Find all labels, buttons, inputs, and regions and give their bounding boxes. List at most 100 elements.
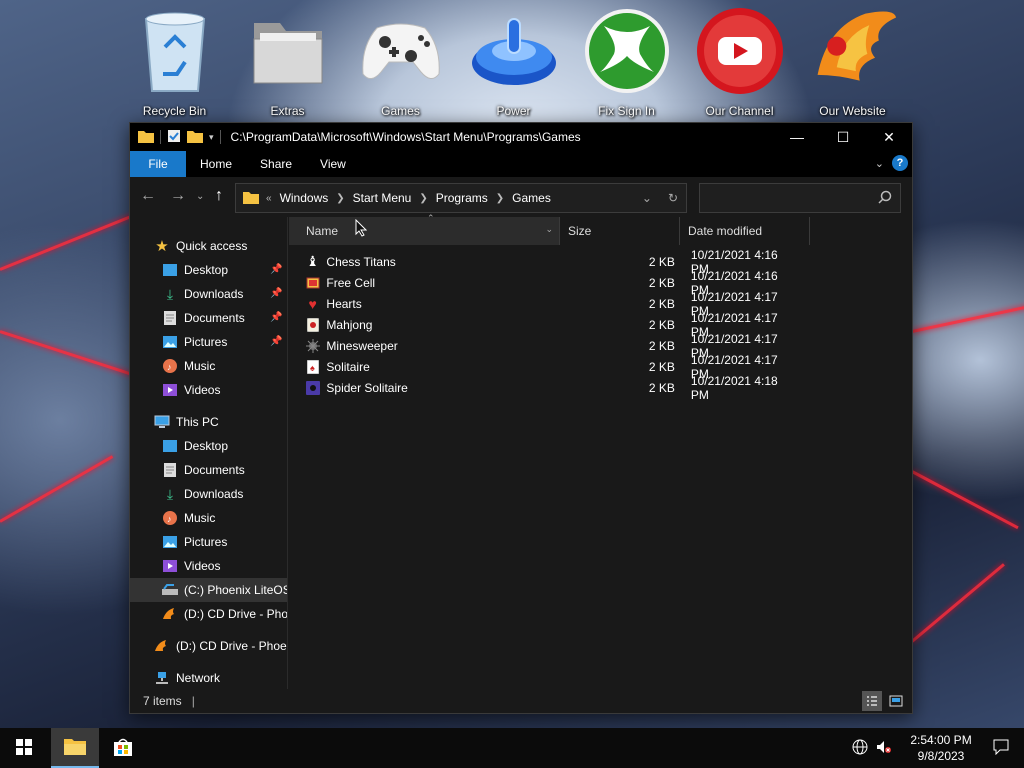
drive-icon	[162, 582, 178, 598]
nav-label: Downloads	[184, 487, 244, 501]
desktop-icon-recycle-bin[interactable]: Recycle Bin	[118, 6, 231, 118]
nav-pc-downloads[interactable]: ⤓ Downloads	[162, 482, 243, 506]
file-name: Mahjong	[326, 317, 373, 332]
forward-arrow-icon[interactable]: →	[170, 187, 186, 205]
nav-quick-music[interactable]: ♪ Music	[162, 354, 215, 378]
desktop-icon-power[interactable]: Power	[457, 6, 570, 118]
chevron-right-icon[interactable]: ❯	[496, 193, 504, 204]
taskbar-store[interactable]	[99, 728, 147, 768]
playing-card-icon: ♠	[305, 359, 320, 375]
title-bar[interactable]: ▾ C:\ProgramData\Microsoft\Windows\Start…	[130, 123, 912, 151]
file-row[interactable]: Spider Solitaire 2 KB 10/21/2021 4:18 PM	[305, 374, 795, 402]
nav-label: Documents	[184, 311, 245, 325]
column-header-size[interactable]: Size	[560, 217, 680, 245]
svg-text:♪: ♪	[167, 514, 172, 524]
file-size: 2 KB	[648, 359, 675, 374]
breadcrumb-item[interactable]: Games	[512, 191, 551, 205]
file-size: 2 KB	[648, 317, 675, 332]
nav-pc-videos[interactable]: Videos	[162, 554, 220, 578]
volume-muted-icon[interactable]	[876, 739, 892, 758]
column-header-date[interactable]: Date modified	[680, 217, 810, 245]
expand-ribbon-icon[interactable]: ⌄	[875, 157, 884, 170]
explorer-window: ▾ C:\ProgramData\Microsoft\Windows\Start…	[129, 122, 913, 714]
file-name: Minesweeper	[326, 338, 398, 353]
desktop-icon-fix-sign-in[interactable]: Fix Sign In	[570, 6, 683, 118]
nav-label: (C:) Phoenix LiteOS	[184, 583, 288, 597]
recent-locations-icon[interactable]: ⌄	[196, 191, 204, 202]
breadcrumb-item[interactable]: Programs	[436, 191, 488, 205]
desktop-icon-games[interactable]: Games	[344, 6, 457, 118]
file-date: 10/21/2021 4:18 PM	[690, 373, 778, 402]
help-icon[interactable]: ?	[892, 155, 908, 171]
nav-pc-desktop[interactable]: Desktop	[162, 434, 228, 458]
nav-pc-music[interactable]: ♪ Music	[162, 506, 215, 530]
pin-icon[interactable]: 📌	[270, 312, 282, 323]
address-bar[interactable]: « Windows ❯ Start Menu ❯ Programs ❯ Game…	[235, 183, 687, 213]
breadcrumb-item[interactable]: Windows	[280, 191, 329, 205]
pin-icon[interactable]: 📌	[270, 264, 282, 275]
minimize-button[interactable]: —	[774, 123, 820, 151]
taskbar-file-explorer[interactable]	[51, 728, 99, 768]
nav-quick-documents[interactable]: Documents	[162, 306, 245, 330]
document-icon	[162, 310, 178, 326]
svg-text:♪: ♪	[167, 362, 172, 372]
nav-this-pc[interactable]: This PC	[154, 410, 219, 434]
close-button[interactable]: ✕	[866, 123, 912, 151]
nav-quick-pictures[interactable]: Pictures	[162, 330, 227, 354]
nav-cd-drive[interactable]: (D:) CD Drive - Phoer	[154, 634, 287, 658]
clock-time: 2:54:00 PM	[910, 733, 972, 747]
refresh-icon[interactable]: ↻	[668, 191, 678, 205]
customize-toolbar-icon[interactable]: ▾	[209, 132, 214, 143]
up-arrow-icon[interactable]: ↑	[215, 187, 223, 205]
view-toggle	[862, 691, 906, 711]
new-folder-icon[interactable]	[187, 129, 203, 146]
nav-pc-d-drive[interactable]: (D:) CD Drive - Phoe	[162, 602, 287, 626]
file-name: Spider Solitaire	[326, 380, 408, 395]
nav-network[interactable]: Network	[154, 666, 220, 690]
start-button[interactable]	[0, 728, 48, 768]
breadcrumb-overflow[interactable]: «	[266, 193, 272, 204]
maximize-button[interactable]: ☐	[820, 123, 866, 151]
properties-icon[interactable]	[167, 129, 181, 146]
video-icon	[162, 558, 178, 574]
chevron-right-icon[interactable]: ❯	[336, 193, 344, 204]
pin-icon[interactable]: 📌	[270, 288, 282, 299]
star-icon: ★	[155, 238, 169, 255]
pin-icon[interactable]: 📌	[270, 336, 282, 347]
chevron-right-icon[interactable]: ❯	[419, 193, 427, 204]
nav-label: Downloads	[184, 287, 244, 301]
nav-pc-c-drive[interactable]: (C:) Phoenix LiteOS	[130, 578, 288, 602]
desktop-icon-our-website[interactable]: Our Website	[796, 6, 909, 118]
nav-quick-videos[interactable]: Videos	[162, 378, 220, 402]
file-size: 2 KB	[648, 254, 675, 269]
phoenix-icon	[154, 638, 170, 654]
download-icon: ⤓	[166, 285, 174, 302]
tab-view[interactable]: View	[306, 151, 360, 177]
desktop-icon-extras[interactable]: Extras	[231, 6, 344, 118]
chevron-down-icon[interactable]: ⌄	[545, 224, 553, 235]
desktop-icon-our-channel[interactable]: Our Channel	[683, 6, 796, 118]
clock[interactable]: 2:54:00 PM 9/8/2023	[904, 732, 978, 764]
column-header-name[interactable]: ⌃ Name ⌄	[289, 213, 560, 245]
tab-home[interactable]: Home	[186, 151, 246, 177]
nav-quick-access[interactable]: ★ Quick access	[154, 234, 247, 258]
nav-quick-desktop[interactable]: Desktop	[162, 258, 228, 282]
gamepad-icon	[356, 6, 446, 96]
nav-pc-pictures[interactable]: Pictures	[162, 530, 227, 554]
tab-file[interactable]: File	[130, 151, 186, 177]
large-icons-view-icon[interactable]	[886, 691, 906, 711]
nav-pc-documents[interactable]: Documents	[162, 458, 245, 482]
file-name: Hearts	[326, 296, 362, 311]
breadcrumb-item[interactable]: Start Menu	[353, 191, 412, 205]
search-icon[interactable]	[878, 190, 892, 207]
globe-network-icon[interactable]	[852, 739, 868, 758]
details-view-icon[interactable]	[862, 691, 882, 711]
search-input[interactable]	[700, 184, 870, 212]
back-arrow-icon[interactable]: ←	[140, 187, 156, 205]
chevron-down-icon[interactable]: ⌄	[642, 191, 652, 205]
nav-label: Pictures	[184, 335, 228, 349]
tab-share[interactable]: Share	[246, 151, 306, 177]
notification-center-button[interactable]	[978, 728, 1024, 768]
desktop-icon	[162, 262, 178, 278]
nav-quick-downloads[interactable]: ⤓ Downloads	[162, 282, 243, 306]
